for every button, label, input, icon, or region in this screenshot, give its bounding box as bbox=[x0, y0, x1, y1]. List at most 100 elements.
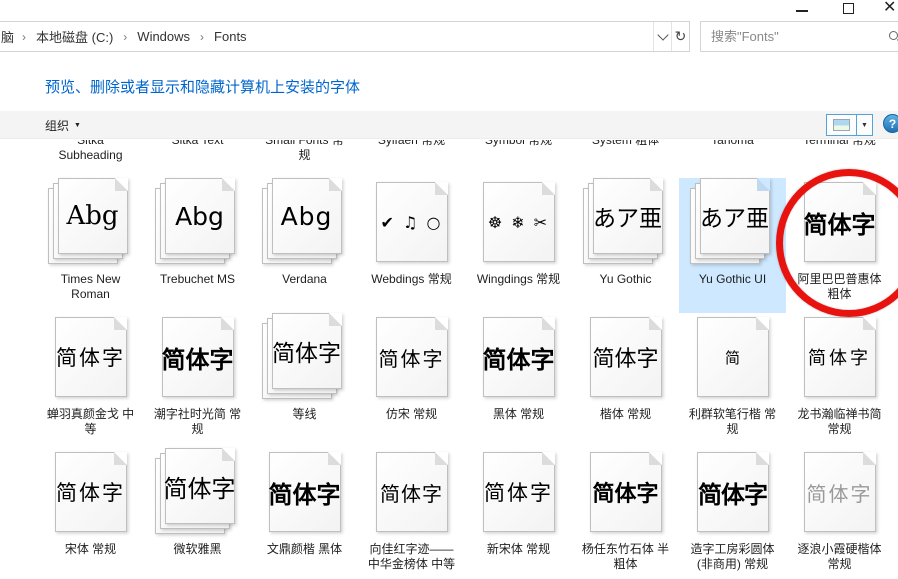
font-tile[interactable]: Sitka Text bbox=[144, 140, 251, 170]
font-tile-label: Sylfaen 常规 bbox=[378, 140, 445, 148]
breadcrumb-item-fonts[interactable]: Fonts bbox=[212, 29, 249, 44]
font-tile-label: 潮字社时光简 常规 bbox=[154, 407, 242, 437]
font-preview: 简体字 bbox=[164, 469, 236, 504]
font-tile-label: Tahoma bbox=[711, 140, 754, 148]
font-file-icon: 简体字 bbox=[476, 313, 562, 403]
font-preview: ✔ ♫ ○ bbox=[381, 213, 443, 232]
breadcrumb-item-local-disk-c[interactable]: 本地磁盘 (C:) bbox=[34, 27, 115, 46]
font-preview: 简体字 bbox=[56, 342, 125, 372]
font-tile[interactable]: 简体字 向佳红字迹——中华金榜体 中等 bbox=[358, 448, 465, 579]
font-tile-label: Sitka Subheading bbox=[47, 140, 135, 163]
font-row: 简体字 蝉羽真颜金戈 中等 简体字 潮字社时光简 常规 简体字 等线 简体字 仿… bbox=[37, 313, 893, 448]
font-tile[interactable]: System 粗体 bbox=[572, 140, 679, 170]
font-tile[interactable]: あア亜 Yu Gothic bbox=[572, 178, 679, 313]
refresh-button[interactable]: ↻ bbox=[672, 22, 689, 51]
font-file-icon: 简体字 bbox=[583, 313, 669, 403]
font-tile[interactable]: 简 利群软笔行楷 常规 bbox=[679, 313, 786, 448]
font-preview: 简体字 bbox=[592, 476, 658, 508]
font-tile-label: 微软雅黑 bbox=[173, 542, 221, 557]
font-tile[interactable]: 简体字 龙书瀚临禅书简 常规 bbox=[786, 313, 893, 448]
font-tile[interactable]: Terminal 常规 bbox=[786, 140, 893, 170]
font-file-icon: 简体字 bbox=[369, 313, 455, 403]
font-preview: 简体字 bbox=[380, 478, 443, 507]
font-file-icon: 简体字 bbox=[369, 448, 455, 538]
font-tile[interactable]: Abg Times New Roman bbox=[37, 178, 144, 313]
font-preview: 简体字 bbox=[269, 475, 341, 510]
font-preview: あア亜 bbox=[593, 199, 662, 233]
search-input[interactable] bbox=[701, 29, 887, 44]
breadcrumb-clipped-item[interactable]: 脑 bbox=[1, 27, 14, 46]
close-icon[interactable]: ✕ bbox=[883, 0, 896, 18]
font-tile-label: 黑体 常规 bbox=[493, 407, 544, 422]
font-tile[interactable]: ✔ ♫ ○ Webdings 常规 bbox=[358, 178, 465, 313]
organize-label: 组织 bbox=[45, 117, 69, 134]
font-tile[interactable]: 简体字 楷体 常规 bbox=[572, 313, 679, 448]
font-file-icon: 简体字 bbox=[262, 448, 348, 538]
font-tile[interactable]: Abg Trebuchet MS bbox=[144, 178, 251, 313]
font-file-icon: Abg bbox=[262, 178, 348, 268]
font-tile[interactable]: 简体字 潮字社时光简 常规 bbox=[144, 313, 251, 448]
font-tile-label: Small Fonts 常规 bbox=[261, 140, 349, 163]
font-preview: 简体字 bbox=[56, 477, 125, 507]
maximize-icon[interactable] bbox=[843, 3, 854, 14]
font-tile-selected[interactable]: あア亜 Yu Gothic UI bbox=[679, 178, 786, 313]
font-tile-label: 宋体 常规 bbox=[65, 542, 116, 557]
fonts-task-link[interactable]: 预览、删除或者显示和隐藏计算机上安装的字体 bbox=[45, 76, 360, 97]
font-tile-label: Yu Gothic UI bbox=[699, 272, 766, 287]
refresh-icon: ↻ bbox=[675, 28, 687, 45]
view-mode-button[interactable] bbox=[827, 115, 857, 135]
font-preview: 简 bbox=[725, 347, 740, 368]
address-dropdown-button[interactable] bbox=[654, 22, 671, 51]
font-file-icon: あア亜 bbox=[690, 178, 776, 268]
font-tile-label: 蝉羽真颜金戈 中等 bbox=[47, 407, 135, 437]
font-preview: 简体字 bbox=[272, 334, 341, 368]
font-tile-circled[interactable]: 简体字 阿里巴巴普惠体 粗体 bbox=[786, 178, 893, 313]
font-tile[interactable]: 简体字 杨任东竹石体 半粗体 bbox=[572, 448, 679, 579]
font-file-icon: Abg bbox=[48, 178, 134, 268]
view-mode-dropdown-button[interactable]: ▼ bbox=[857, 115, 872, 135]
font-tile-label: 利群软笔行楷 常规 bbox=[689, 407, 777, 437]
font-tile[interactable]: Small Fonts 常规 bbox=[251, 140, 358, 170]
breadcrumb-separator: › bbox=[14, 30, 34, 44]
breadcrumb-item-windows[interactable]: Windows bbox=[135, 29, 192, 44]
minimize-icon[interactable] bbox=[796, 10, 808, 12]
font-tile-label: 造字工房彩圆体 (非商用) 常规 bbox=[689, 542, 777, 572]
font-preview: Abg bbox=[66, 201, 118, 231]
font-tile[interactable]: 简体字 宋体 常规 bbox=[37, 448, 144, 579]
font-tile[interactable]: Abg Verdana bbox=[251, 178, 358, 313]
font-tile[interactable]: Sitka Subheading bbox=[37, 140, 144, 170]
font-tile[interactable]: 简体字 文鼎颜楷 黑体 bbox=[251, 448, 358, 579]
font-preview: Abg bbox=[175, 202, 224, 231]
font-tile-label: Trebuchet MS bbox=[160, 272, 235, 287]
font-tile[interactable]: 简体字 等线 bbox=[251, 313, 358, 448]
font-tile[interactable]: 简体字 逐浪小霞硬楷体 常规 bbox=[786, 448, 893, 579]
font-tile-label: Yu Gothic bbox=[599, 272, 651, 287]
font-preview: 简体字 bbox=[162, 340, 234, 375]
font-tile[interactable]: Sylfaen 常规 bbox=[358, 140, 465, 170]
thumbnail-view-icon bbox=[833, 119, 850, 131]
font-file-icon: 简体字 bbox=[262, 313, 348, 403]
font-tile[interactable]: Symbol 常规 bbox=[465, 140, 572, 170]
font-tile[interactable]: Tahoma bbox=[679, 140, 786, 170]
font-tile[interactable]: 简体字 仿宋 常规 bbox=[358, 313, 465, 448]
fonts-explorer-window: ✕ 脑 › 本地磁盘 (C:) › Windows › Fonts ↻ 预览、删… bbox=[0, 0, 898, 579]
font-tile-label: 逐浪小霞硬楷体 常规 bbox=[796, 542, 884, 572]
font-tile[interactable]: 简体字 新宋体 常规 bbox=[465, 448, 572, 579]
command-toolbar: 组织 ▼ ▼ ? bbox=[0, 111, 898, 139]
font-tile-label: Times New Roman bbox=[47, 272, 135, 302]
font-preview: ☸ ❄ ✂ bbox=[488, 213, 549, 232]
organize-button[interactable]: 组织 ▼ bbox=[45, 111, 81, 139]
font-file-icon: 简体字 bbox=[155, 313, 241, 403]
font-tile[interactable]: 简体字 黑体 常规 bbox=[465, 313, 572, 448]
font-file-icon: 简体字 bbox=[583, 448, 669, 538]
font-tile[interactable]: 简体字 蝉羽真颜金戈 中等 bbox=[37, 313, 144, 448]
font-preview: 简体字 bbox=[804, 205, 876, 240]
help-button[interactable]: ? bbox=[883, 114, 898, 133]
font-tile-label: 杨任东竹石体 半粗体 bbox=[582, 542, 670, 572]
font-tile[interactable]: ☸ ❄ ✂ Wingdings 常规 bbox=[465, 178, 572, 313]
font-preview: 简体字 bbox=[592, 341, 658, 373]
font-tile-label: 阿里巴巴普惠体 粗体 bbox=[796, 272, 884, 302]
font-tile-label: Sitka Text bbox=[172, 140, 224, 148]
font-tile[interactable]: 简体字 微软雅黑 bbox=[144, 448, 251, 579]
font-tile[interactable]: 简体字 造字工房彩圆体 (非商用) 常规 bbox=[679, 448, 786, 579]
